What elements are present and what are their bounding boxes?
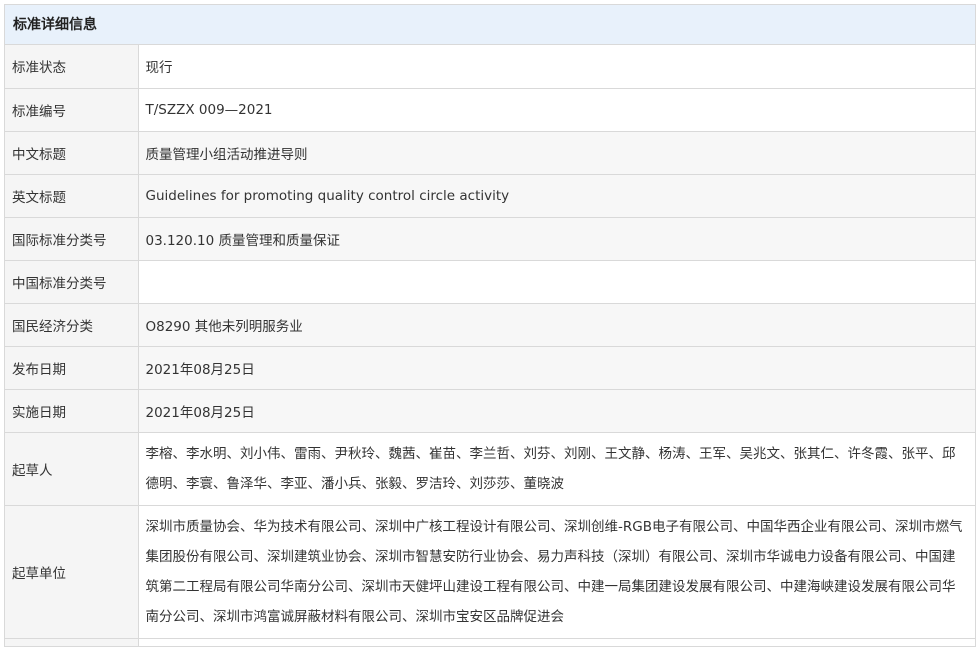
row-english-title: 英文标题 Guidelines for promoting quality co…: [5, 174, 975, 218]
row-label: 国民经济分类: [5, 303, 139, 347]
row-label: 起草人: [5, 432, 139, 506]
row-status: 标准状态 现行: [5, 45, 975, 89]
table-continuation: [5, 638, 975, 646]
row-label: 实施日期: [5, 389, 139, 433]
continuation-value-cell: [138, 638, 975, 646]
row-value: 03.120.10 质量管理和质量保证: [138, 217, 975, 261]
row-value: Guidelines for promoting quality control…: [138, 174, 975, 218]
row-label: 标准编号: [5, 88, 139, 132]
row-implement-date: 实施日期 2021年08月25日: [5, 389, 975, 433]
standard-detail-panel: 标准详细信息 标准状态 现行 标准编号 T/SZZX 009—2021 中文标题…: [4, 4, 976, 647]
row-chinese-title: 中文标题 质量管理小组活动推进导则: [5, 131, 975, 175]
row-economic-classification: 国民经济分类 O8290 其他未列明服务业: [5, 303, 975, 347]
standard-detail-table: 标准状态 现行 标准编号 T/SZZX 009—2021 中文标题 质量管理小组…: [5, 45, 975, 646]
row-value: 李榕、李水明、刘小伟、雷雨、尹秋玲、魏茜、崔苗、李兰哲、刘芬、刘刚、王文静、杨涛…: [138, 432, 975, 506]
row-value: 2021年08月25日: [138, 389, 975, 433]
continuation-label-cell: [5, 638, 139, 646]
panel-title: 标准详细信息: [5, 5, 975, 45]
row-label: 国际标准分类号: [5, 217, 139, 261]
row-standard-number: 标准编号 T/SZZX 009—2021: [5, 88, 975, 132]
row-label: 中国标准分类号: [5, 260, 139, 304]
row-value: 2021年08月25日: [138, 346, 975, 390]
row-drafters: 起草人 李榕、李水明、刘小伟、雷雨、尹秋玲、魏茜、崔苗、李兰哲、刘芬、刘刚、王文…: [5, 432, 975, 506]
row-ccs-code: 中国标准分类号: [5, 260, 975, 304]
row-value: [138, 260, 975, 304]
row-drafting-units: 起草单位 深圳市质量协会、华为技术有限公司、深圳中广核工程设计有限公司、深圳创维…: [5, 505, 975, 639]
row-value: O8290 其他未列明服务业: [138, 303, 975, 347]
row-value: 深圳市质量协会、华为技术有限公司、深圳中广核工程设计有限公司、深圳创维-RGB电…: [138, 505, 975, 639]
row-ics-code: 国际标准分类号 03.120.10 质量管理和质量保证: [5, 217, 975, 261]
row-label: 英文标题: [5, 174, 139, 218]
row-label: 起草单位: [5, 505, 139, 639]
row-value: T/SZZX 009—2021: [138, 88, 975, 132]
row-value: 现行: [138, 45, 975, 89]
row-label: 中文标题: [5, 131, 139, 175]
row-value: 质量管理小组活动推进导则: [138, 131, 975, 175]
row-label: 标准状态: [5, 45, 139, 89]
row-publish-date: 发布日期 2021年08月25日: [5, 346, 975, 390]
row-label: 发布日期: [5, 346, 139, 390]
